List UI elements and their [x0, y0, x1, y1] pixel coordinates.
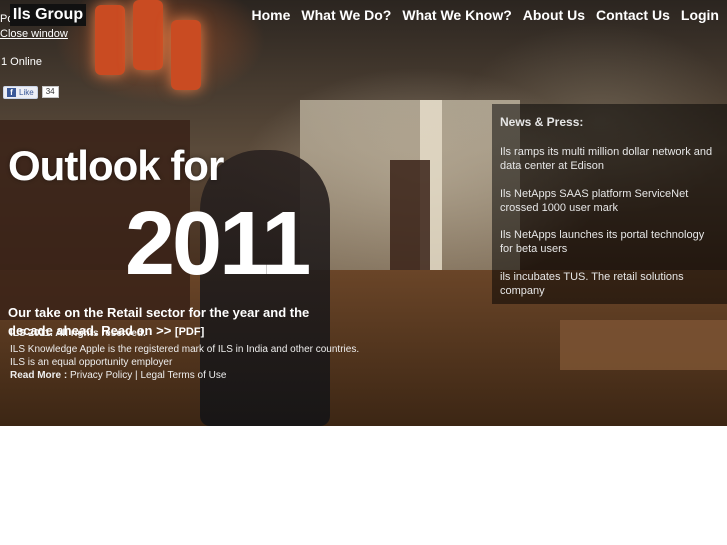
- nav-contact-us[interactable]: Contact Us: [596, 7, 670, 23]
- hero-headline: Outlook for: [8, 142, 224, 189]
- pdf-link[interactable]: [PDF]: [175, 326, 204, 338]
- legal-terms-link[interactable]: Legal Terms of Use: [140, 370, 226, 381]
- marquee-letters: [95, 0, 220, 110]
- nav-home[interactable]: Home: [251, 7, 290, 23]
- link-separator: |: [135, 370, 138, 381]
- news-panel: News & Press: Ils ramps its multi millio…: [492, 104, 727, 304]
- news-item[interactable]: ils incubates TUS. The retail solutions …: [500, 270, 714, 298]
- logo[interactable]: Ils Group: [10, 4, 86, 26]
- like-count: 34: [41, 86, 59, 98]
- facebook-icon: f: [7, 87, 16, 97]
- facebook-like-button[interactable]: f Like: [3, 85, 38, 99]
- footer-links: Read More : Privacy Policy | Legal Terms…: [10, 370, 226, 381]
- close-window-link[interactable]: Close window: [0, 28, 68, 40]
- nav-what-we-do[interactable]: What We Do?: [301, 7, 391, 23]
- privacy-policy-link[interactable]: Privacy Policy: [70, 370, 132, 381]
- clothing-rack-center: [390, 160, 430, 270]
- facebook-like-widget[interactable]: f Like 34: [3, 85, 59, 99]
- display-table: [560, 320, 727, 370]
- trademark-text: ILS Knowledge Apple is the registered ma…: [10, 344, 360, 355]
- news-item[interactable]: Ils NetApps launches its portal technolo…: [500, 228, 714, 256]
- nav-what-we-know[interactable]: What We Know?: [402, 7, 511, 23]
- main-nav: Home What We Do? What We Know? About Us …: [251, 7, 719, 23]
- hero-tagline[interactable]: Our take on the Retail sector for the ye…: [8, 304, 328, 341]
- like-label: Like: [19, 87, 34, 97]
- news-item[interactable]: Ils ramps its multi million dollar netwo…: [500, 145, 714, 173]
- read-more-label: Read More :: [10, 370, 68, 381]
- news-title: News & Press:: [500, 115, 584, 129]
- nav-about-us[interactable]: About Us: [523, 7, 585, 23]
- nav-login[interactable]: Login: [681, 7, 719, 23]
- employer-text: ILS is an equal opportunity employer: [10, 357, 173, 368]
- hero-year: 2011: [125, 194, 311, 294]
- news-item[interactable]: Ils NetApps SAAS platform ServiceNet cro…: [500, 187, 714, 215]
- online-count: 1 Online: [1, 56, 42, 68]
- tagline-text[interactable]: Our take on the Retail sector for the ye…: [8, 305, 309, 338]
